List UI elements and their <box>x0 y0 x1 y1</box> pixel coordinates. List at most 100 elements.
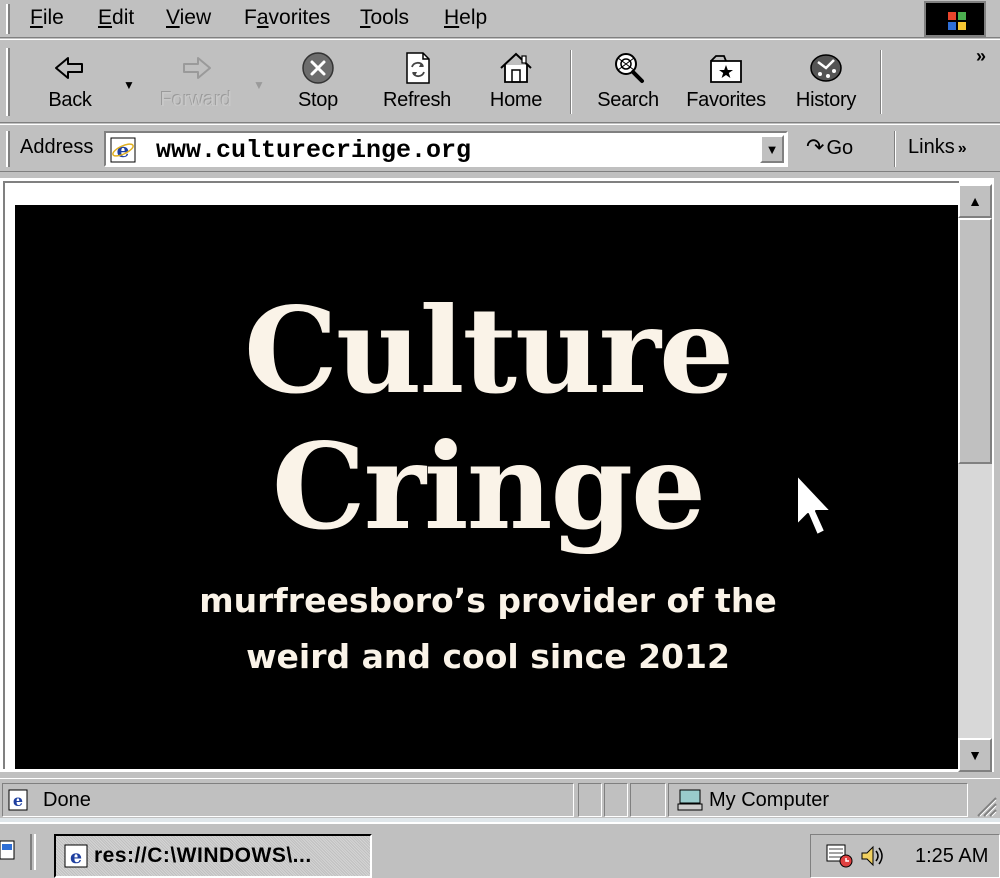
menu-file-accel: F <box>30 6 43 29</box>
site-tagline-line-1: murfreesboro’s provider of the <box>199 581 777 620</box>
menu-tools[interactable]: Tools <box>360 5 409 31</box>
home-icon <box>500 52 532 83</box>
scroll-down-button[interactable]: ▼ <box>958 738 992 772</box>
menu-view-label-post: iew <box>179 6 212 29</box>
quick-launch-icon[interactable] <box>0 838 18 862</box>
menu-view-accel: V <box>166 6 180 29</box>
site-title-line-1: Culture <box>243 281 734 420</box>
search-label: Search <box>597 89 659 111</box>
address-bar-grip[interactable] <box>6 131 10 167</box>
svg-text:e: e <box>13 791 23 810</box>
refresh-button[interactable]: Refresh <box>372 46 462 118</box>
menu-help-accel: H <box>444 6 460 29</box>
forward-button[interactable]: Forward <box>150 46 242 118</box>
status-message-panel: e Done <box>2 783 574 817</box>
standard-toolbar: Back ▼ Forward ▼ Stop Refresh Home Searc… <box>0 39 1000 123</box>
menu-tools-accel: T <box>360 6 371 29</box>
taskbar: e res://C:\WINDOWS\... 1:25 AM <box>0 818 1000 878</box>
history-icon <box>810 54 842 82</box>
go-button[interactable]: ↷ Go <box>806 134 853 164</box>
menu-bar-grip[interactable] <box>6 4 10 34</box>
back-dropdown-arrow[interactable]: ▼ <box>122 78 136 92</box>
forward-arrow-icon <box>183 57 211 79</box>
my-computer-icon <box>677 789 703 811</box>
links-separator <box>894 131 896 167</box>
go-label: Go <box>826 137 854 159</box>
stop-button[interactable]: Stop <box>282 46 354 118</box>
chevron-up-icon: ▲ <box>968 193 982 209</box>
site-tagline-line-2: weird and cool since 2012 <box>246 637 730 676</box>
menu-edit-label-post: dit <box>112 6 135 29</box>
security-zone-text: My Computer <box>709 789 830 811</box>
page-viewport: Culture Cringe murfreesboro’s provider o… <box>0 178 994 772</box>
vertical-scrollbar[interactable]: ▲ ▼ <box>958 184 992 772</box>
menu-help[interactable]: Help <box>444 5 487 31</box>
back-button[interactable]: Back <box>30 46 110 118</box>
home-label: Home <box>489 89 543 111</box>
go-arrow-icon: ↷ <box>806 134 825 159</box>
status-text: Done <box>43 789 91 811</box>
scheduler-tray-icon[interactable] <box>825 843 855 869</box>
address-bar: Address e www.culturecringe.org ▼ ↷ Go Li… <box>0 124 1000 172</box>
menu-help-label-post: elp <box>459 6 488 29</box>
status-panel-progress <box>578 783 602 817</box>
volume-icon[interactable] <box>859 843 885 869</box>
mouse-pointer-icon <box>796 474 832 536</box>
forward-label: Forward <box>160 89 232 111</box>
scroll-up-button[interactable]: ▲ <box>958 184 992 218</box>
favorites-button[interactable]: Favorites <box>680 46 772 118</box>
taskbar-window-label: res://C:\WINDOWS\... <box>94 844 312 867</box>
menu-file[interactable]: File <box>30 5 64 31</box>
windows-logo-icon <box>948 12 966 30</box>
links-overflow-chevron: » <box>957 140 967 157</box>
history-label: History <box>795 89 857 111</box>
back-label: Back <box>48 89 92 111</box>
toolbar-overflow-chevron[interactable]: » <box>976 46 986 67</box>
menu-edit-accel: E <box>98 6 113 29</box>
search-icon <box>615 53 644 83</box>
clock[interactable]: 1:25 AM <box>915 845 988 868</box>
svg-text:e: e <box>70 846 82 868</box>
menu-edit[interactable]: Edit <box>98 5 134 31</box>
home-button[interactable]: Home <box>478 46 554 118</box>
toolbar-grip[interactable] <box>6 48 10 116</box>
back-arrow-icon <box>55 57 83 79</box>
menu-favorites[interactable]: Favorites <box>244 5 330 31</box>
forward-dropdown-arrow[interactable]: ▼ <box>252 78 266 92</box>
refresh-icon <box>406 52 430 84</box>
taskbar-window-button[interactable]: e res://C:\WINDOWS\... <box>54 834 372 878</box>
address-url-text: www.culturecringe.org <box>156 136 472 165</box>
search-button[interactable]: Search <box>588 46 668 118</box>
address-input[interactable]: e www.culturecringe.org ▼ <box>104 131 788 167</box>
menu-bar: File Edit View Favorites Tools Help <box>0 0 1000 38</box>
menu-favorites-accel: a <box>256 6 269 29</box>
menu-file-label-post: ile <box>42 6 64 29</box>
system-tray: 1:25 AM <box>810 834 1000 878</box>
page-content[interactable]: Culture Cringe murfreesboro’s provider o… <box>3 181 961 769</box>
address-label: Address <box>20 136 94 158</box>
favorites-folder-icon <box>710 55 742 83</box>
address-dropdown-button[interactable]: ▼ <box>760 135 784 163</box>
chevron-down-icon: ▼ <box>765 142 779 157</box>
favorites-label: Favorites <box>686 89 766 111</box>
status-bar: e Done My Computer <box>0 778 1000 820</box>
stop-label: Stop <box>298 89 338 111</box>
links-toolbar-button[interactable]: Links» <box>908 136 967 159</box>
menu-favorites-label-pre: F <box>244 6 257 29</box>
ie-page-icon: e <box>110 137 136 163</box>
page-done-icon: e <box>8 789 28 811</box>
resize-grip-icon[interactable] <box>972 792 998 818</box>
scroll-thumb[interactable] <box>958 218 992 464</box>
status-panel-secure <box>630 783 666 817</box>
history-button[interactable]: History <box>786 46 866 118</box>
site-tagline: murfreesboro’s provider of the weird and… <box>15 573 961 685</box>
svg-text:e: e <box>117 138 130 162</box>
toolbar-separator <box>570 50 572 114</box>
menu-favorites-label-post: vorites <box>268 6 331 29</box>
chevron-down-icon: ▼ <box>968 747 982 763</box>
toolbar-separator <box>880 50 882 114</box>
stop-icon <box>302 52 334 84</box>
menu-view[interactable]: View <box>166 5 211 31</box>
links-label: Links <box>908 136 955 158</box>
windows-logo-throbber <box>924 1 986 37</box>
